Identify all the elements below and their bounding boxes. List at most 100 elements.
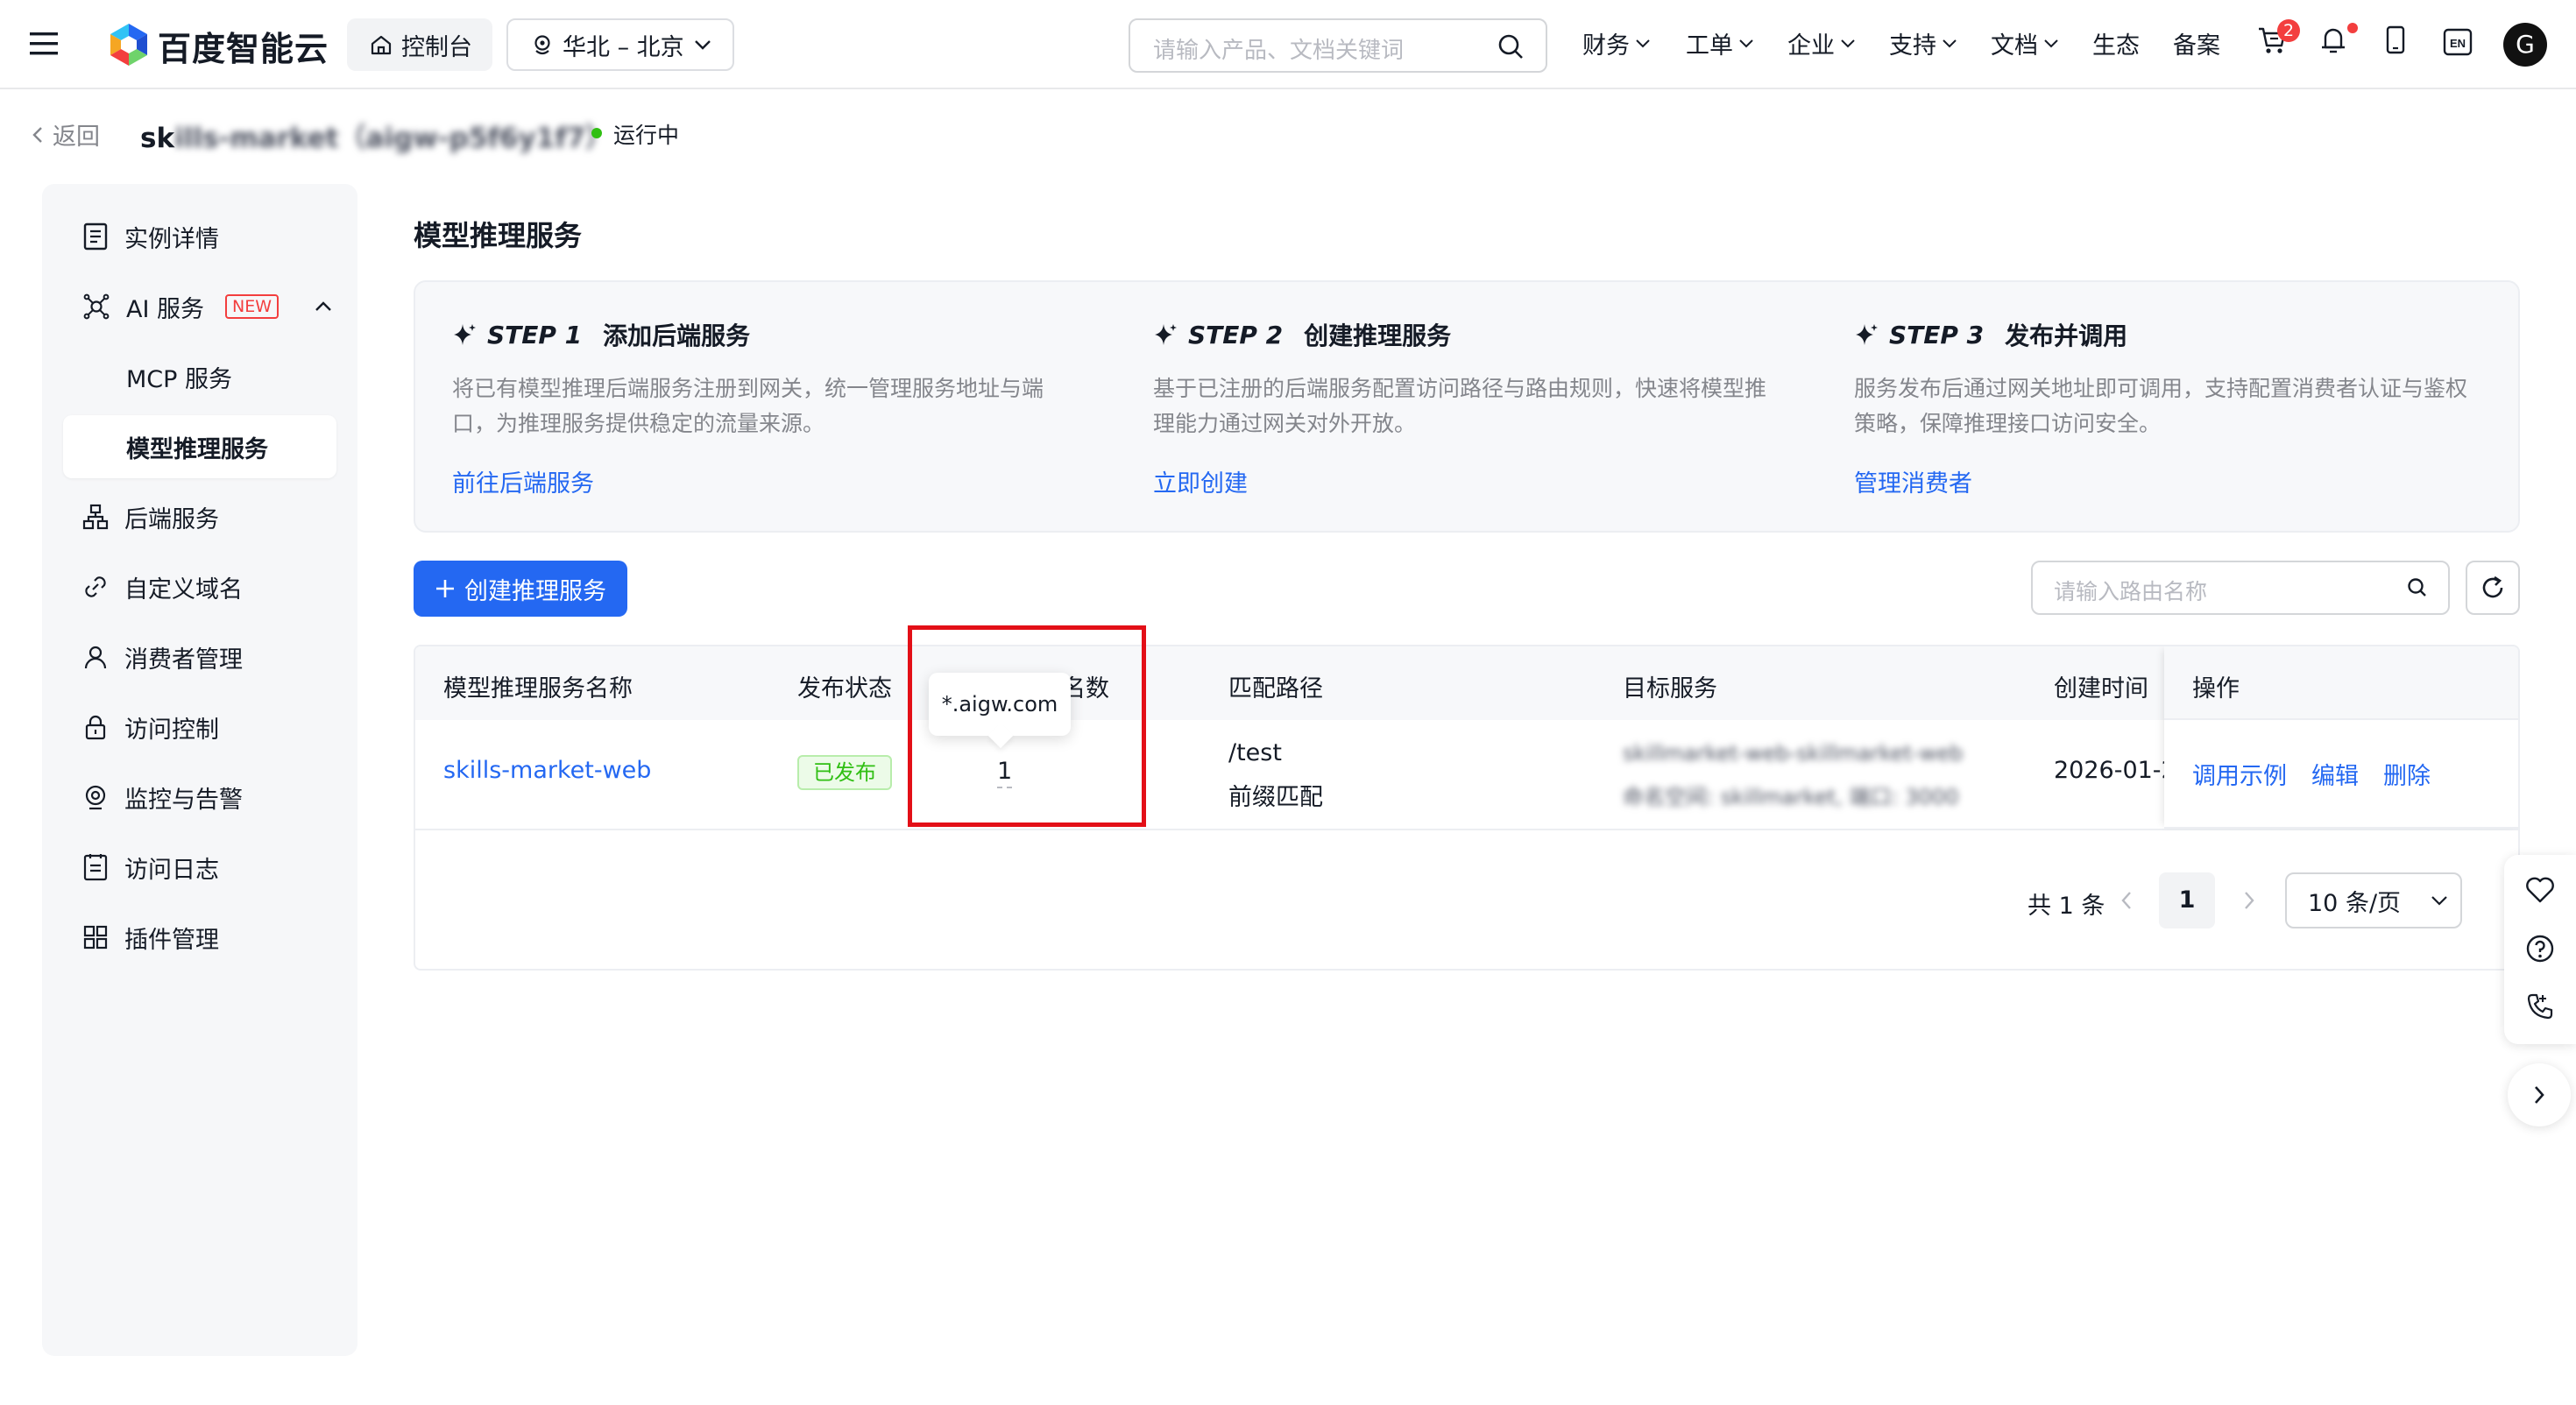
sidebar-item-monitoring[interactable]: 监控与告警 [42,762,357,832]
target-service-detail: 命名空间: skillmarket, 端口: 3000 [1623,785,1959,809]
chevron-left-icon [32,125,44,145]
nav-docs-label: 文档 [1991,32,2038,60]
language-icon[interactable]: EN [2443,28,2473,56]
chevron-right-icon [2532,1084,2546,1105]
ai-icon [82,293,110,321]
page-current[interactable]: 1 [2159,872,2215,928]
home-icon [370,33,393,56]
nav-docs[interactable]: 文档 [1991,26,2059,60]
top-nav: 百度智能云 控制台 华北 – 北京 请输入产品、文档关键词 财务 工单 企业 支… [0,0,2576,89]
search-icon[interactable] [1497,32,1525,60]
help-icon[interactable] [2525,934,2555,964]
mobile-icon[interactable] [2383,25,2408,56]
operations-column: 操作 调用示例 编辑 删除 [2164,646,2518,829]
step-number: STEP 2 [1188,320,1284,349]
delete-link[interactable]: 删除 [2383,757,2431,791]
create-now-link[interactable]: 立即创建 [1153,464,1248,498]
network-icon [82,504,109,530]
sidebar-item-label: 实例详情 [124,225,219,253]
grid-icon [82,924,109,950]
created-time: 2026-01-2 [2054,757,2176,784]
chevron-down-icon [1738,39,1754,49]
nav-icp[interactable]: 备案 [2173,26,2220,60]
console-button[interactable]: 控制台 [347,18,492,71]
chevron-down-icon [1635,39,1651,49]
nav-support-label: 支持 [1889,32,1936,60]
monitor-icon [82,784,109,810]
user-icon [82,644,109,670]
route-search-input[interactable]: 请输入路由名称 [2031,561,2450,615]
refresh-icon [2479,574,2507,602]
sidebar-item-label: 访问日志 [124,856,219,884]
sidebar-item-backend-service[interactable]: 后端服务 [42,482,357,552]
pagination-total: 共 1 条 [2028,893,2105,920]
nav-finance[interactable]: 财务 [1582,26,1651,60]
floating-toolbar [2504,855,2576,1044]
sidebar-item-ai-service[interactable]: AI 服务 NEW [42,272,357,342]
page-size-select[interactable]: 10 条/页 [2285,872,2462,928]
status-badge: 已发布 [797,755,892,790]
service-name-link[interactable]: skills-market-web [443,757,651,784]
edit-link[interactable]: 编辑 [2311,757,2359,791]
console-label: 控制台 [401,33,472,61]
sidebar-item-access-log[interactable]: 访问日志 [42,832,357,902]
region-selector[interactable]: 华北 – 北京 [506,18,734,71]
create-inference-service-button[interactable]: 创建推理服务 [414,561,627,617]
page-title: 模型推理服务 [414,219,583,252]
sidebar-item-custom-domain[interactable]: 自定义域名 [42,552,357,622]
sidebar-item-label: MCP 服务 [126,365,233,393]
nav-ecosystem[interactable]: 生态 [2092,26,2140,60]
page-size-label: 10 条/页 [2308,889,2402,917]
step-2: STEP 2 创建推理服务 基于已注册的后端服务配置访问路径与路由规则，快速将模… [1153,317,1784,441]
global-search-input[interactable]: 请输入产品、文档关键词 [1129,18,1547,73]
nav-enterprise[interactable]: 企业 [1787,26,1856,60]
sidebar-item-label: 消费者管理 [124,646,243,674]
bell-icon[interactable] [2318,25,2348,56]
col-target-service: 目标服务 [1623,675,1717,702]
avatar[interactable]: G [2503,23,2547,67]
sidebar-item-label: 插件管理 [124,926,219,954]
step-title: 创建推理服务 [1304,321,1452,350]
nav-ticket[interactable]: 工单 [1686,26,1754,60]
chevron-up-icon[interactable] [314,300,333,313]
col-status: 发布状态 [797,675,892,702]
instance-name-blurred: ills-market（aigw-p5f6y1f7） [174,123,613,154]
sidebar-item-access-control[interactable]: 访问控制 [42,692,357,762]
new-badge: NEW [225,294,280,319]
sidebar-item-label: 后端服务 [124,505,219,533]
prev-page-icon[interactable] [2120,890,2133,911]
back-button[interactable]: 返回 [32,117,100,152]
sidebar-item-model-inference[interactable]: 模型推理服务 [63,415,336,478]
goto-backend-link[interactable]: 前往后端服务 [452,464,594,498]
list-icon [82,222,109,251]
manage-consumers-link[interactable]: 管理消费者 [1854,464,1972,498]
route-search-placeholder: 请输入路由名称 [2054,579,2208,604]
brand-name[interactable]: 百度智能云 [158,22,329,70]
refresh-button[interactable] [2466,561,2520,615]
sidebar-item-consumer-management[interactable]: 消费者管理 [42,622,357,692]
sidebar-item-mcp-service[interactable]: MCP 服务 [42,342,357,412]
sparkle-icon [1153,322,1178,347]
menu-icon[interactable] [30,32,58,56]
heart-icon[interactable] [2525,876,2555,904]
next-page-icon[interactable] [2243,890,2255,911]
instance-name: skills-market（aigw-p5f6y1f7） [140,116,612,155]
step-number: STEP 1 [487,320,583,349]
step-description: 将已有模型推理后端服务注册到网关，统一管理服务地址与端口，为推理服务提供稳定的流… [452,376,1044,436]
chevron-down-icon [2043,39,2059,49]
nav-support[interactable]: 支持 [1889,26,1957,60]
phone-icon[interactable] [2525,992,2555,1021]
brand-logo-icon[interactable] [107,22,151,67]
step-title: 添加后端服务 [603,321,751,350]
invoke-example-link[interactable]: 调用示例 [2192,757,2287,791]
sidebar-item-plugin-management[interactable]: 插件管理 [42,902,357,972]
search-icon[interactable] [2406,576,2429,599]
instance-status: 运行中 [613,123,680,148]
sidebar-item-instance-detail[interactable]: 实例详情 [42,201,357,272]
target-service-name: skillmarket-web-skillmarket-web [1623,741,1964,766]
plus-icon [435,578,456,599]
nav-ticket-label: 工单 [1686,32,1733,60]
col-created-time: 创建时间 [2054,675,2148,702]
expand-button[interactable] [2508,1063,2571,1126]
step-description: 服务发布后通过网关地址即可调用，支持配置消费者认证与鉴权策略，保障推理接口访问安… [1854,376,2468,436]
